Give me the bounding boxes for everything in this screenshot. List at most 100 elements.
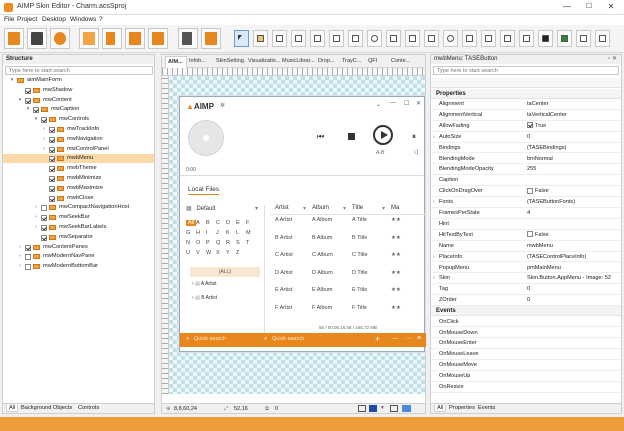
all-filter[interactable]: (ALL) (190, 267, 260, 277)
property-row[interactable]: › Fonts (TASEButtonFonts) (431, 197, 621, 208)
chevron-down-icon[interactable]: ▾ (381, 405, 384, 411)
property-row[interactable]: Caption (431, 175, 621, 187)
document-tab[interactable]: SkinSetting... (216, 58, 246, 64)
tool-image[interactable] (348, 30, 363, 47)
menu-windows[interactable]: Windows (70, 16, 96, 23)
local-files-tab[interactable]: Local Files (188, 186, 220, 195)
pin-icon[interactable]: ▫ ✕ (608, 55, 617, 62)
tree-item[interactable]: › mwModernBottomBar (3, 262, 154, 271)
expander-icon[interactable]: › (41, 125, 47, 134)
tool-spectrum[interactable] (557, 30, 572, 47)
chevron-down-icon[interactable]: ⌄ (376, 101, 381, 108)
close-button[interactable]: ✕ (600, 1, 622, 13)
tool-tabs[interactable] (500, 30, 515, 47)
structure-search-input[interactable]: Type here to start search (5, 66, 153, 75)
tool-panel[interactable] (253, 30, 268, 47)
property-row[interactable]: ClickOnDragOver False (431, 186, 621, 198)
event-row[interactable]: OnClick (431, 317, 621, 328)
letter-filter[interactable]: K (226, 230, 230, 236)
expander-icon[interactable]: › (33, 203, 39, 212)
build-button[interactable] (50, 28, 70, 49)
letter-filter[interactable]: O (196, 240, 200, 246)
property-row[interactable]: › Skin Skin.Button.AppMenu - Image: 52 (431, 273, 621, 285)
property-value[interactable]: (TASEBindings) (527, 143, 619, 153)
letter-filter[interactable]: E (236, 220, 240, 226)
property-row[interactable]: BlendingModeOpacity 255 (431, 164, 621, 176)
property-value[interactable]: (TASEButtonFonts) (527, 197, 619, 207)
letter-filter[interactable]: B (206, 220, 210, 226)
tree-item[interactable]: › mwSeekBar (3, 213, 154, 222)
letter-filter[interactable]: S (236, 240, 240, 246)
tree-item-a[interactable]: › ▤ A Artist (192, 281, 216, 287)
col-artist[interactable]: Artist (275, 205, 289, 211)
tool-grid[interactable] (481, 30, 496, 47)
menu-project[interactable]: Project (17, 16, 37, 23)
player-preview[interactable]: ▲AIMP ✲ ⌄ — ☐ ✕ ⏮ ⏸ A-B ⤨ 0:00 Local Fil… (179, 96, 426, 352)
stack-button[interactable] (125, 28, 145, 49)
properties-search-input[interactable]: Type here to start search (433, 66, 619, 75)
add-button[interactable]: + (375, 334, 380, 344)
tool-scroll[interactable] (386, 30, 401, 47)
col-mark[interactable]: Ma (391, 205, 399, 211)
letter-filter[interactable]: T (246, 240, 249, 246)
property-value[interactable]: Skin.Button.AppMenu - Image: 52 (527, 273, 619, 283)
letter-filter[interactable]: D (226, 220, 230, 226)
property-row[interactable]: Alignment taCenter (431, 99, 621, 110)
letter-filter[interactable]: U (186, 250, 190, 256)
letter-filter[interactable]: R (226, 240, 230, 246)
tool-radio[interactable] (443, 30, 458, 47)
expander-icon[interactable]: › (433, 197, 435, 207)
tool-button[interactable] (291, 30, 306, 47)
letter-filter[interactable]: W (206, 250, 211, 256)
tree-item[interactable]: mwbTheme (3, 164, 154, 173)
close-icon[interactable]: ✕ (416, 100, 421, 107)
tree-item[interactable]: › mwContentPanes (3, 243, 154, 252)
expander-icon[interactable]: ▾ (33, 115, 39, 124)
document-tab[interactable]: AIM... (165, 56, 187, 68)
tree-item[interactable]: › mwControlPanel (3, 145, 154, 154)
property-row[interactable]: Bindings (TASEBindings) (431, 143, 621, 154)
property-row[interactable]: FramesPerState 4 (431, 208, 621, 219)
visibility-checkbox[interactable] (41, 215, 47, 222)
expander-icon[interactable]: ▾ (25, 105, 31, 114)
stop-icon[interactable] (348, 133, 355, 140)
visibility-checkbox[interactable] (49, 185, 55, 192)
property-row[interactable]: › AutoSize 0 (431, 132, 621, 143)
tab-all[interactable]: All (6, 405, 19, 412)
rating-stars[interactable]: ★★ (391, 235, 401, 241)
letter-filter[interactable]: Y (226, 250, 230, 256)
visibility-checkbox[interactable] (33, 107, 39, 114)
letter-filter[interactable]: P (206, 240, 210, 246)
default-dropdown[interactable]: ▦ Default ▾ (186, 205, 258, 215)
ab-repeat-label[interactable]: A-B (376, 150, 384, 156)
property-value[interactable]: bmNormal (527, 154, 619, 164)
tree-item[interactable]: ▾ mwCaption (3, 105, 154, 114)
menu-desktop[interactable]: Desktop (42, 16, 66, 23)
maximize-icon[interactable]: ☐ (404, 100, 409, 107)
letter-filter[interactable]: V (196, 250, 200, 256)
maximize-button[interactable]: ☐ (578, 1, 600, 13)
letter-filter[interactable]: G (186, 230, 190, 236)
library-button[interactable] (148, 28, 168, 49)
design-canvas[interactable]: ▲AIMP ✲ ⌄ — ☐ ✕ ⏮ ⏸ A-B ⤨ 0:00 Local Fil… (169, 76, 426, 394)
document-tab[interactable]: Drop... (318, 58, 340, 64)
tree-item[interactable]: ▾ mwContent (3, 96, 154, 105)
letter-filter[interactable]: L (236, 230, 239, 236)
visibility-checkbox[interactable] (25, 244, 31, 251)
play-button[interactable] (373, 125, 393, 145)
quick-search-input-2[interactable]: Quick search (272, 336, 304, 342)
tool-more[interactable] (595, 30, 610, 47)
color-toggle[interactable] (369, 405, 377, 412)
visibility-checkbox[interactable] (41, 234, 47, 241)
letter-filter[interactable]: M (246, 230, 251, 236)
property-value[interactable]: True (527, 121, 619, 131)
property-value[interactable]: mwbMenu (527, 241, 619, 251)
rating-stars[interactable]: ★★ (391, 252, 401, 258)
save-button[interactable] (27, 28, 47, 49)
property-value[interactable]: 0 (527, 284, 619, 294)
table-row[interactable]: F Artist F Album F Title ★★ (270, 305, 426, 315)
quick-search-input-1[interactable]: Quick search (194, 336, 226, 342)
tools-button[interactable] (201, 28, 221, 49)
splitter[interactable] (264, 205, 265, 335)
rating-stars[interactable]: ★★ (391, 305, 401, 311)
